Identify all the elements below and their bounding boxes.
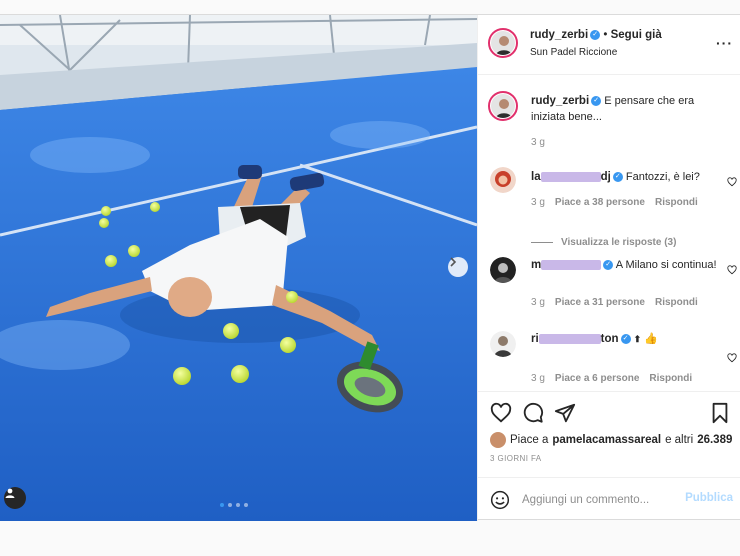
likes-count[interactable]: 26.389 — [697, 434, 732, 446]
caption-author-avatar[interactable] — [488, 91, 518, 121]
person-silhouette-icon — [494, 263, 512, 283]
likes-summary: Piace a pamelacamassareal e altri 26.389 — [490, 432, 732, 448]
view-replies-label: Visualizza le risposte (3) — [561, 237, 677, 248]
caption-time[interactable]: 3 g — [531, 137, 545, 148]
bullet-separator: • — [603, 29, 611, 41]
commenter-avatar[interactable] — [490, 167, 516, 193]
commenter-username-suffix[interactable]: ton — [601, 333, 619, 345]
comment-time[interactable]: 3 g — [531, 197, 545, 208]
post-header: rudy_zerbi ✓ • Segui già Sun Padel Riccio… — [478, 15, 740, 75]
commenter-username-suffix[interactable]: dj — [601, 171, 611, 183]
comment-meta: 3 g Piace a 38 persone Rispondi — [531, 197, 698, 208]
reply-button[interactable]: Rispondi — [655, 297, 698, 308]
comment-text: A Milano si continua! — [615, 259, 717, 271]
comment-text-block: m ✓ A Milano si continua! — [531, 257, 721, 273]
caption-text-block: rudy_zerbi ✓ E pensare che era iniziata b… — [531, 93, 721, 125]
post-location[interactable]: Sun Padel Riccione — [530, 47, 617, 58]
add-comment-bar: Pubblica — [478, 477, 740, 521]
post-actions: Piace a pamelacamassareal e altri 26.389… — [478, 391, 740, 471]
user-tag-icon — [5, 488, 15, 498]
save-bookmark-icon[interactable] — [709, 402, 731, 424]
carousel-indicator — [220, 503, 248, 507]
person-silhouette-icon — [495, 36, 513, 55]
username-redaction — [538, 334, 601, 345]
author-username[interactable]: rudy_zerbi — [530, 29, 588, 41]
author-avatar[interactable] — [488, 28, 518, 58]
comment-text: 👍 — [644, 333, 658, 345]
likes-prefix: Piace a — [510, 434, 549, 446]
comment-input[interactable] — [522, 490, 682, 510]
share-paper-plane-icon[interactable] — [554, 402, 576, 424]
comment-likes[interactable]: Piace a 38 persone — [555, 197, 645, 208]
comment-likes[interactable]: Piace a 6 persone — [555, 373, 640, 384]
likes-suffix: e altri — [665, 434, 694, 446]
person-silhouette-icon — [495, 171, 511, 187]
like-comment-heart-icon[interactable] — [727, 177, 737, 187]
carousel-next-button[interactable] — [448, 257, 468, 277]
person-silhouette-icon — [495, 99, 513, 118]
comment-text: Fantozzi, è lei? — [625, 171, 700, 183]
post-date[interactable]: 3 GIORNI FA — [490, 454, 542, 463]
comment-meta: 3 g Piace a 6 persone Rispondi — [531, 373, 692, 384]
view-replies-button[interactable]: Visualizza le risposte (3) — [531, 237, 676, 248]
commenter-username-prefix[interactable]: la — [531, 171, 541, 183]
person-silhouette-icon — [494, 336, 512, 357]
padel-court-image — [0, 15, 477, 521]
verified-badge-icon: ✓ — [612, 172, 623, 183]
comment-time[interactable]: 3 g — [531, 373, 545, 384]
like-heart-icon[interactable] — [490, 402, 512, 424]
carousel-dot — [228, 503, 232, 507]
username-redaction — [540, 172, 601, 183]
liker-username[interactable]: pamelacamassareal — [552, 434, 661, 446]
post-sidebar: rudy_zerbi ✓ • Segui già Sun Padel Riccio… — [477, 15, 740, 521]
comment-meta: 3 g Piace a 31 persone Rispondi — [531, 297, 698, 308]
comment-text-block: ri ton ✓ ⬆ 👍 — [531, 331, 721, 347]
post-dialog: rudy_zerbi ✓ • Segui già Sun Padel Riccio… — [0, 14, 740, 521]
publish-button[interactable]: Pubblica — [685, 492, 733, 504]
commenter-avatar[interactable] — [490, 331, 516, 357]
comment-time[interactable]: 3 g — [531, 297, 545, 308]
like-comment-heart-icon[interactable] — [727, 353, 737, 363]
more-options-icon[interactable]: ··· — [716, 35, 733, 51]
comment-text-block: la dj ✓ Fantozzi, è lei? — [531, 169, 721, 185]
comment-bubble-icon[interactable] — [522, 402, 544, 424]
commenter-username-prefix[interactable]: m — [531, 259, 541, 271]
carousel-dot — [244, 503, 248, 507]
like-comment-heart-icon[interactable] — [727, 265, 737, 275]
verified-badge-icon: ✓ — [620, 334, 631, 345]
username-redaction — [541, 260, 602, 271]
caption-username[interactable]: rudy_zerbi — [531, 95, 589, 107]
caption-meta: 3 g — [531, 137, 545, 148]
top-arrow-icon: ⬆ — [633, 334, 642, 344]
carousel-dot — [236, 503, 240, 507]
replies-divider-line — [531, 242, 553, 243]
verified-badge-icon: ✓ — [590, 29, 601, 40]
reply-button[interactable]: Rispondi — [655, 197, 698, 208]
tagged-users-button[interactable] — [4, 487, 26, 509]
verified-badge-icon: ✓ — [603, 260, 614, 271]
follow-status-button[interactable]: Segui già — [611, 29, 662, 41]
reply-button[interactable]: Rispondi — [649, 373, 692, 384]
carousel-dot-active — [220, 503, 224, 507]
comment-likes[interactable]: Piace a 31 persone — [555, 297, 645, 308]
liker-avatar[interactable] — [490, 432, 506, 448]
chevron-right-icon — [450, 257, 457, 267]
post-photo[interactable] — [0, 15, 477, 521]
verified-badge-icon: ✓ — [591, 96, 602, 107]
emoji-smiley-icon[interactable] — [490, 490, 510, 510]
commenter-avatar[interactable] — [490, 257, 516, 283]
commenter-username-prefix[interactable]: ri — [531, 333, 539, 345]
